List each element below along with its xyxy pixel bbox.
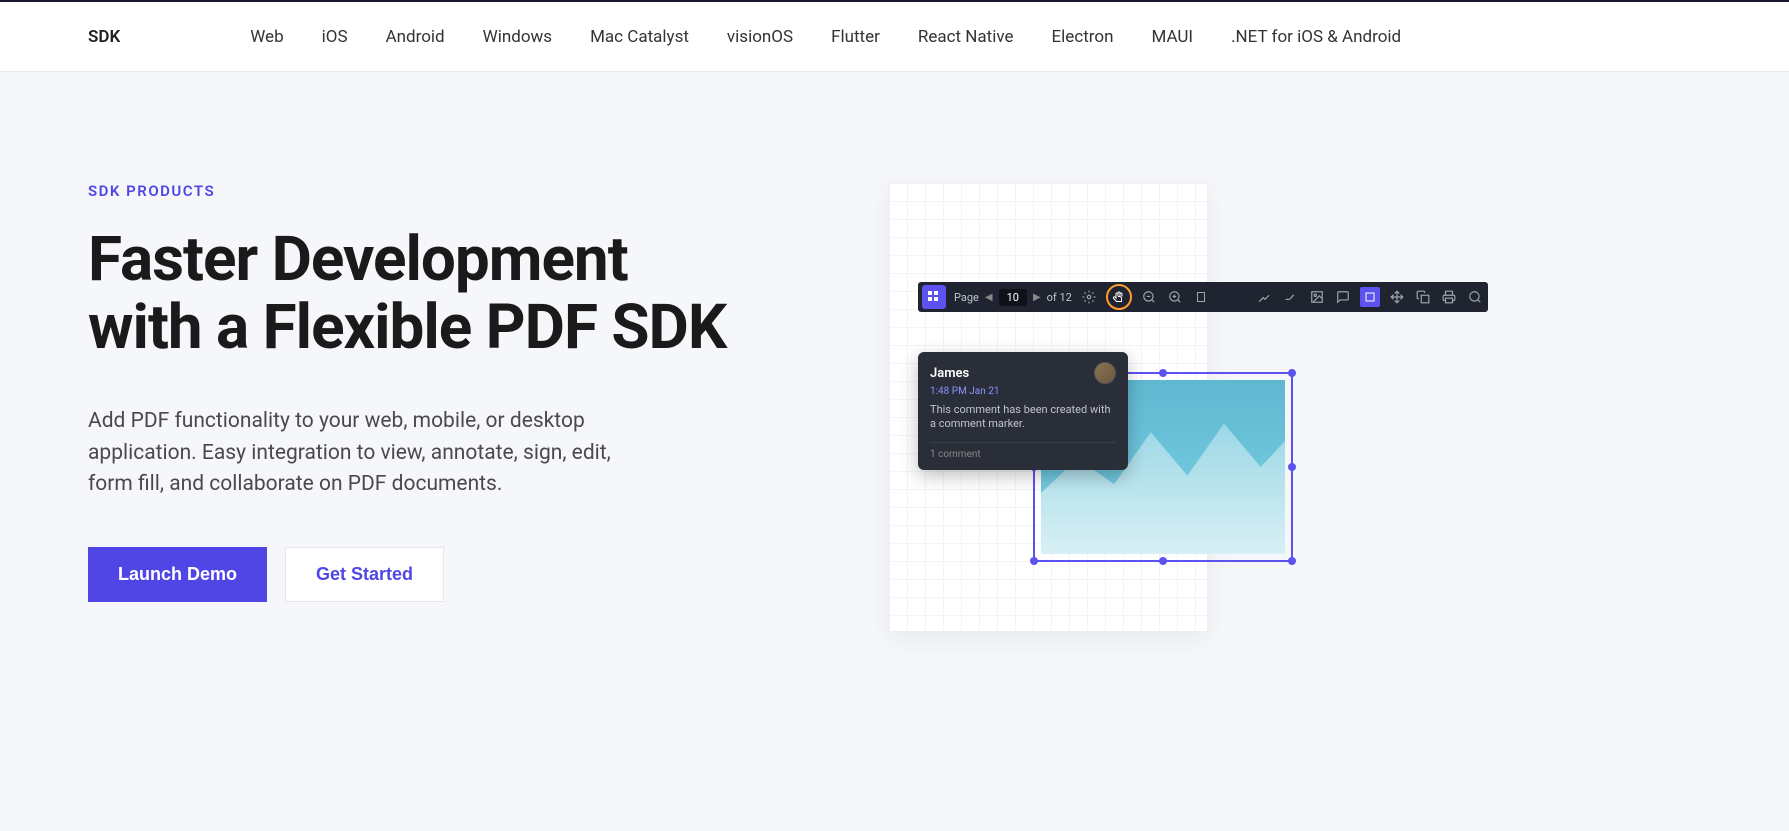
pdf-toolbar: Page ◀ 10 ▶ of 12 [918, 282, 1488, 312]
nav-link-react-native[interactable]: React Native [918, 27, 1014, 47]
comment-body: This comment has been created with a com… [930, 403, 1116, 432]
nav-link-android[interactable]: Android [386, 27, 445, 47]
copy-icon[interactable] [1414, 288, 1432, 306]
nav-link-flutter[interactable]: Flutter [831, 27, 880, 47]
total-pages: of 12 [1047, 291, 1072, 304]
current-page[interactable]: 10 [999, 289, 1027, 306]
page-indicator: Page ◀ 10 ▶ of 12 [954, 289, 1072, 306]
comment-timestamp: 1:48 PM Jan 21 [930, 386, 1116, 397]
comment-popup[interactable]: James 1:48 PM Jan 21 This comment has be… [918, 352, 1128, 470]
nav-link-ios[interactable]: iOS [322, 27, 348, 47]
cta-row: Launch Demo Get Started [88, 547, 728, 602]
hero-illustration: Page ◀ 10 ▶ of 12 James [808, 182, 1701, 602]
fit-page-icon[interactable] [1192, 288, 1210, 306]
move-icon[interactable] [1388, 288, 1406, 306]
nav-link-windows[interactable]: Windows [483, 27, 552, 47]
comment-footer: 1 comment [930, 442, 1116, 460]
resize-handle-bm[interactable] [1159, 557, 1167, 565]
select-tool-icon[interactable] [1360, 287, 1380, 307]
hero-subtitle: Add PDF functionality to your web, mobil… [88, 406, 648, 501]
nav-link-maui[interactable]: MAUI [1151, 27, 1193, 47]
grid-menu-icon[interactable] [922, 285, 946, 309]
hero-content: SDK PRODUCTS Faster Development with a F… [88, 182, 728, 602]
resize-handle-bl[interactable] [1030, 557, 1038, 565]
eyebrow-label: SDK PRODUCTS [88, 182, 728, 200]
resize-handle-br[interactable] [1288, 557, 1296, 565]
resize-handle-tm[interactable] [1159, 369, 1167, 377]
nav-link-visionos[interactable]: visionOS [727, 27, 793, 47]
nav-link-web[interactable]: Web [250, 27, 283, 47]
nav-link-mac-catalyst[interactable]: Mac Catalyst [590, 27, 689, 47]
comment-author: James [930, 366, 969, 381]
next-page-icon[interactable]: ▶ [1033, 292, 1041, 303]
nav-brand: SDK [88, 27, 120, 47]
navbar: SDK Web iOS Android Windows Mac Catalyst… [0, 2, 1789, 72]
zoom-out-icon[interactable] [1140, 288, 1158, 306]
page-label: Page [954, 291, 979, 304]
avatar [1094, 362, 1116, 384]
prev-page-icon[interactable]: ◀ [985, 292, 993, 303]
nav-link-dotnet[interactable]: .NET for iOS & Android [1231, 27, 1401, 47]
hero-section: SDK PRODUCTS Faster Development with a F… [0, 72, 1789, 602]
get-started-button[interactable]: Get Started [285, 547, 444, 602]
comment-icon[interactable] [1334, 288, 1352, 306]
search-icon[interactable] [1466, 288, 1484, 306]
zoom-in-icon[interactable] [1166, 288, 1184, 306]
pan-tool-icon[interactable] [1106, 284, 1132, 310]
nav-link-electron[interactable]: Electron [1052, 27, 1114, 47]
hero-title: Faster Development with a Flexible PDF S… [88, 226, 728, 362]
print-icon[interactable] [1440, 288, 1458, 306]
resize-handle-tr[interactable] [1288, 369, 1296, 377]
resize-handle-mr[interactable] [1288, 463, 1296, 471]
nav-links: Web iOS Android Windows Mac Catalyst vis… [250, 27, 1401, 47]
image-icon[interactable] [1308, 288, 1326, 306]
comment-header: James [930, 362, 1116, 384]
launch-demo-button[interactable]: Launch Demo [88, 547, 267, 602]
settings-icon[interactable] [1080, 288, 1098, 306]
sign-icon[interactable] [1282, 288, 1300, 306]
annotate-icon[interactable] [1256, 288, 1274, 306]
